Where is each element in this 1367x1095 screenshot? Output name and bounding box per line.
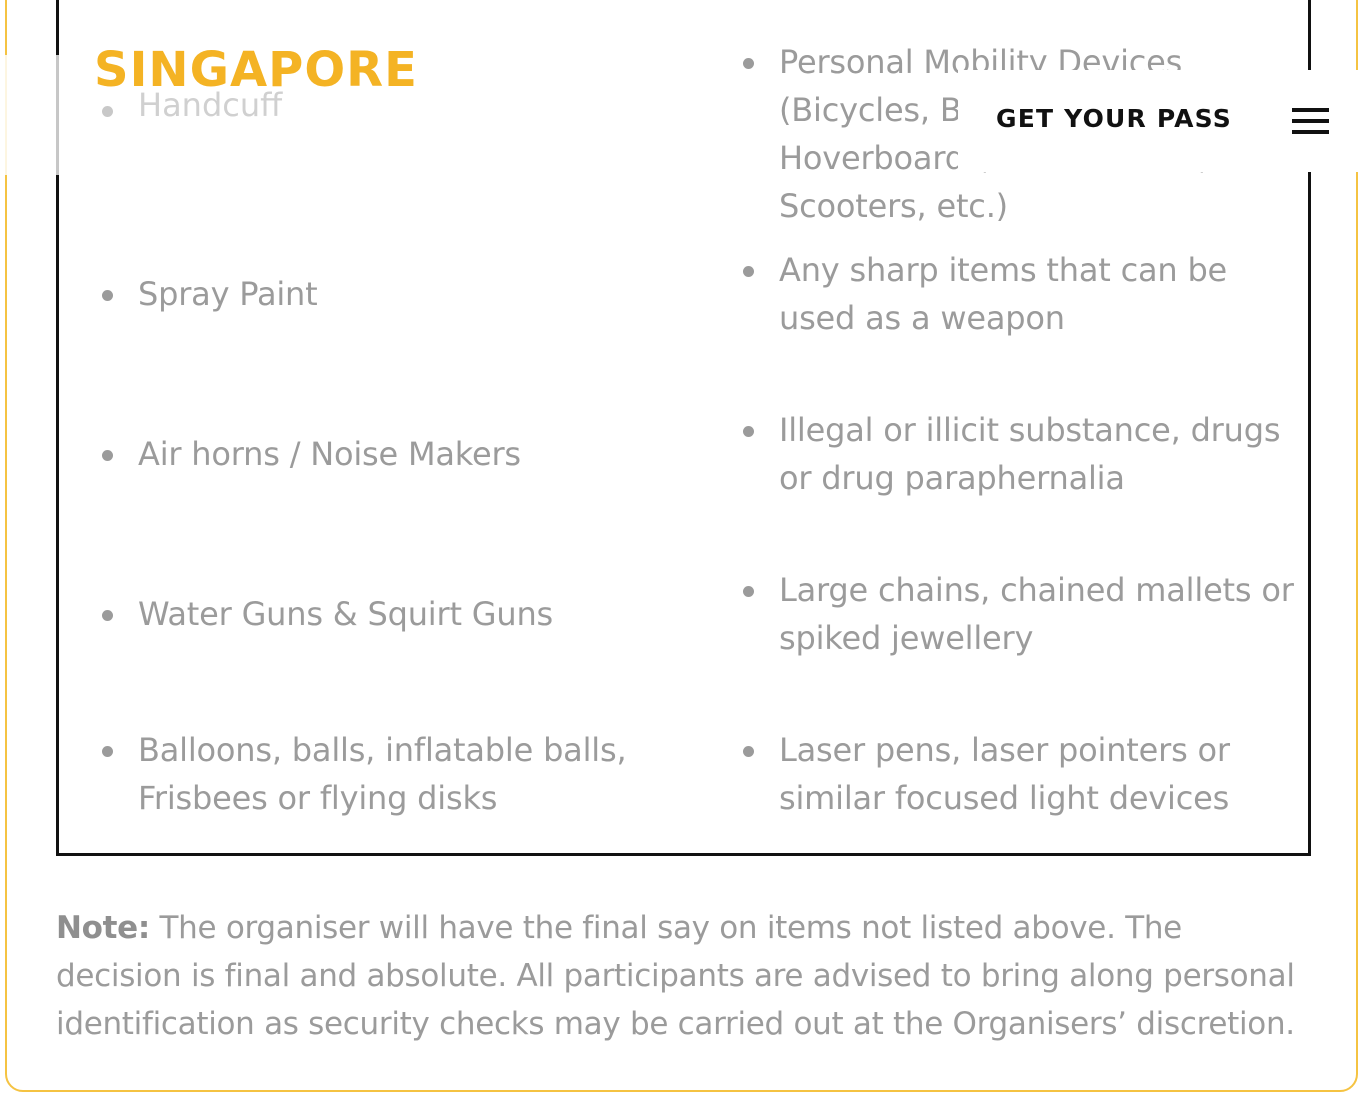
hamburger-menu-icon[interactable]: [1292, 108, 1329, 134]
list-item-text: Any sharp items that can be used as a we…: [779, 251, 1228, 337]
site-logo[interactable]: SINGAPORE: [94, 42, 418, 98]
bullet-icon: [102, 290, 113, 301]
list-item: Illegal or illicit substance, drugs or d…: [743, 406, 1299, 502]
list-item: Balloons, balls, inflatable balls, Frisb…: [102, 726, 698, 822]
bullet-icon: [743, 266, 754, 277]
list-item: Laser pens, laser pointers or similar fo…: [743, 726, 1299, 822]
bullet-icon: [743, 586, 754, 597]
list-item-text: Laser pens, laser pointers or similar fo…: [779, 731, 1230, 817]
list-item-text: Water Guns & Squirt Guns: [138, 595, 553, 633]
list-item-text: Large chains, chained mallets or spiked …: [779, 571, 1294, 657]
bullet-icon: [743, 426, 754, 437]
bullet-icon: [743, 746, 754, 757]
bullet-icon: [102, 746, 113, 757]
list-item: Any sharp items that can be used as a we…: [743, 246, 1299, 342]
list-item: Air horns / Noise Makers: [102, 430, 698, 478]
bullet-icon: [102, 610, 113, 621]
bullet-icon: [743, 58, 754, 69]
list-item: Spray Paint: [102, 270, 698, 318]
list-item: Water Guns & Squirt Guns: [102, 590, 698, 638]
page: Personal Mobility Devices (Bicycles, Boo…: [0, 0, 1367, 1095]
bullet-icon: [102, 450, 113, 461]
note-paragraph: Note: The organiser will have the final …: [56, 904, 1316, 1048]
list-item: Large chains, chained mallets or spiked …: [743, 566, 1299, 662]
list-item-text: Illegal or illicit substance, drugs or d…: [779, 411, 1281, 497]
list-item-text: Spray Paint: [138, 275, 318, 313]
list-item-text: Air horns / Noise Makers: [138, 435, 521, 473]
list-item-text: Balloons, balls, inflatable balls, Frisb…: [138, 731, 627, 817]
note-text: The organiser will have the final say on…: [56, 910, 1295, 1042]
note-label: Note:: [56, 910, 150, 946]
get-your-pass-button[interactable]: GET YOUR PASS: [996, 104, 1232, 133]
